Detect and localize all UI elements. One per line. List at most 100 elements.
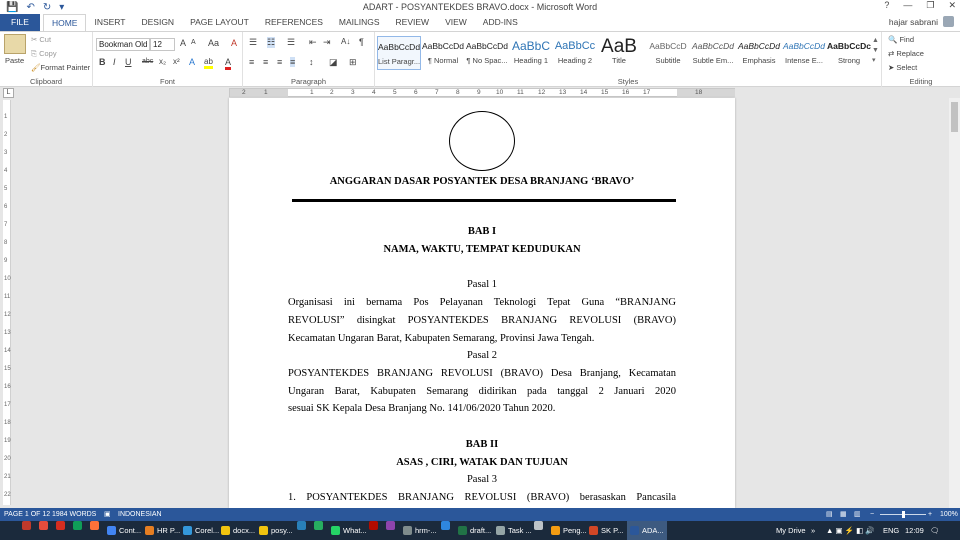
taskbar-item[interactable] — [441, 521, 450, 530]
taskbar-item[interactable]: HR P... — [145, 521, 180, 540]
zoom-level[interactable]: 100% — [940, 508, 958, 521]
taskbar-item[interactable]: SK P... — [589, 521, 623, 540]
tab-review[interactable]: REVIEW — [388, 14, 438, 31]
style-subtitle[interactable]: AaBbCcD Subtitle — [646, 36, 690, 70]
style-heading-1[interactable]: AaBbC Heading 1 — [509, 36, 553, 70]
read-mode-icon[interactable]: ▤ — [826, 508, 833, 521]
paste-icon[interactable] — [4, 34, 26, 54]
copy-button[interactable]: ⎘ Copy — [31, 49, 57, 59]
highlight-icon[interactable]: ab — [204, 57, 213, 69]
user-account[interactable]: hajar sabrani — [889, 16, 954, 27]
bullets-icon[interactable]: ☰ — [249, 37, 257, 48]
tab-design[interactable]: DESIGN — [133, 14, 182, 31]
tray-icons[interactable]: ▲ ▣ ⚡ ◧ 🔊 — [826, 521, 875, 540]
taskbar-item[interactable] — [386, 521, 395, 530]
increase-indent-icon[interactable]: ⇥ — [323, 37, 331, 48]
select-button[interactable]: ➤ Select — [888, 63, 917, 72]
style-subtle-emphasis[interactable]: AaBbCcDd Subtle Em... — [691, 36, 735, 70]
taskbar-item[interactable]: ADA... — [627, 521, 667, 540]
taskbar-item[interactable] — [56, 521, 65, 530]
borders-icon[interactable]: ⊞ — [349, 57, 357, 68]
language-indicator-tray[interactable]: ENG — [883, 521, 899, 540]
restore-button[interactable]: ❐ — [926, 0, 934, 11]
taskbar-item[interactable]: Corel... — [183, 521, 219, 540]
taskbar-item[interactable] — [73, 521, 82, 530]
taskbar-item[interactable]: Cont... — [107, 521, 141, 540]
style-list-paragraph[interactable]: AaBbCcDd List Paragr... — [377, 36, 421, 70]
print-layout-icon[interactable]: ▦ — [840, 508, 847, 521]
multilevel-list-icon[interactable]: ☰ — [287, 37, 295, 48]
taskbar-item[interactable] — [297, 521, 306, 530]
line-spacing-icon[interactable]: ↕ — [309, 57, 314, 67]
web-layout-icon[interactable]: ▥ — [854, 508, 861, 521]
proofing-icon[interactable]: ▣ — [104, 508, 111, 521]
decrease-indent-icon[interactable]: ⇤ — [309, 37, 317, 48]
taskbar-item[interactable]: hrm-... — [403, 521, 437, 540]
toolbar-expand-icon[interactable]: » — [811, 521, 815, 540]
align-left-icon[interactable]: ≡ — [249, 57, 254, 67]
close-button[interactable]: ✕ — [948, 0, 956, 11]
text-effects-icon[interactable]: A — [189, 57, 195, 67]
replace-button[interactable]: ⇄ Replace — [888, 49, 924, 58]
clear-format-icon[interactable]: A — [231, 38, 237, 48]
taskbar-item[interactable] — [39, 521, 48, 530]
italic-button[interactable]: I — [113, 57, 116, 67]
taskbar-item[interactable]: draft... — [458, 521, 491, 540]
taskbar-item[interactable] — [314, 521, 323, 530]
taskbar-item[interactable] — [369, 521, 378, 530]
superscript-button[interactable]: x² — [173, 57, 180, 66]
style-intense-emphasis[interactable]: AaBbCcDd Intense E... — [782, 36, 826, 70]
grow-font-icon[interactable]: A — [180, 38, 186, 48]
taskbar-item[interactable]: Peng... — [551, 521, 587, 540]
page-count[interactable]: PAGE 1 OF 12 — [4, 508, 50, 521]
taskbar-item[interactable]: docx... — [221, 521, 255, 540]
font-size-combo[interactable]: 12 — [150, 38, 175, 51]
horizontal-ruler[interactable]: 2 1 1 2 3 4 5 6 7 8 9 10 11 12 13 14 15 … — [229, 88, 735, 97]
help-button[interactable]: ? — [884, 0, 889, 11]
tab-page-layout[interactable]: PAGE LAYOUT — [182, 14, 257, 31]
taskbar-item[interactable]: Task ... — [496, 521, 532, 540]
tab-selector[interactable]: L — [3, 88, 14, 98]
tab-insert[interactable]: INSERT — [86, 14, 133, 31]
document-page[interactable]: ANGGARAN DASAR POSYANTEK DESA BRANJANG ‘… — [229, 98, 735, 508]
taskbar-item[interactable] — [534, 521, 543, 530]
style-title[interactable]: AaB Title — [597, 36, 641, 70]
strikethrough-button[interactable]: abc — [142, 58, 153, 65]
tab-references[interactable]: REFERENCES — [257, 14, 331, 31]
taskbar-item[interactable] — [22, 521, 31, 530]
align-center-icon[interactable]: ≡ — [263, 57, 268, 67]
zoom-slider[interactable] — [880, 511, 926, 518]
vertical-scrollbar[interactable] — [949, 98, 960, 508]
style-heading-2[interactable]: AaBbCc Heading 2 — [553, 36, 597, 70]
underline-button[interactable]: U — [125, 57, 132, 67]
style-no-spacing[interactable]: AaBbCcDd ¶ No Spac... — [465, 36, 509, 70]
style-strong[interactable]: AaBbCcDc Strong — [827, 36, 871, 70]
shrink-font-icon[interactable]: A — [191, 39, 196, 46]
font-name-combo[interactable]: Bookman Old — [96, 38, 150, 51]
minimize-button[interactable]: — — [903, 0, 912, 11]
format-painter-button[interactable]: 🖌Format Painter — [31, 63, 90, 72]
scroll-thumb[interactable] — [951, 102, 958, 132]
my-drive-toolbar[interactable]: My Drive — [776, 521, 806, 540]
zoom-in-icon[interactable]: + — [928, 508, 932, 521]
style-normal[interactable]: AaBbCcDd ¶ Normal — [421, 36, 465, 70]
word-count[interactable]: 1984 WORDS — [52, 508, 96, 521]
paste-button[interactable]: Paste — [5, 56, 24, 65]
show-marks-icon[interactable]: ¶ — [359, 37, 364, 47]
font-color-icon[interactable]: A — [225, 57, 232, 70]
bold-button[interactable]: B — [99, 57, 106, 67]
sort-icon[interactable]: A↓ — [341, 37, 350, 46]
clock[interactable]: 12:09 — [905, 521, 924, 540]
numbering-icon[interactable]: ☷ — [267, 37, 276, 48]
style-emphasis[interactable]: AaBbCcDd Emphasis — [737, 36, 781, 70]
change-case-button[interactable]: Aa — [208, 38, 219, 48]
tab-view[interactable]: VIEW — [437, 14, 475, 31]
tab-file[interactable]: FILE — [0, 14, 40, 31]
styles-scroll-icon[interactable]: ▲ ▼ ▾ — [872, 36, 879, 66]
tab-home[interactable]: HOME — [42, 14, 87, 31]
taskbar-item[interactable]: What... — [331, 521, 367, 540]
align-right-icon[interactable]: ≡ — [277, 57, 282, 67]
tab-mailings[interactable]: MAILINGS — [331, 14, 388, 31]
justify-icon[interactable]: ≡ — [290, 57, 296, 67]
vertical-ruler[interactable]: 1 2 3 4 5 6 7 8 9 10 11 12 13 14 15 16 1… — [3, 100, 11, 505]
